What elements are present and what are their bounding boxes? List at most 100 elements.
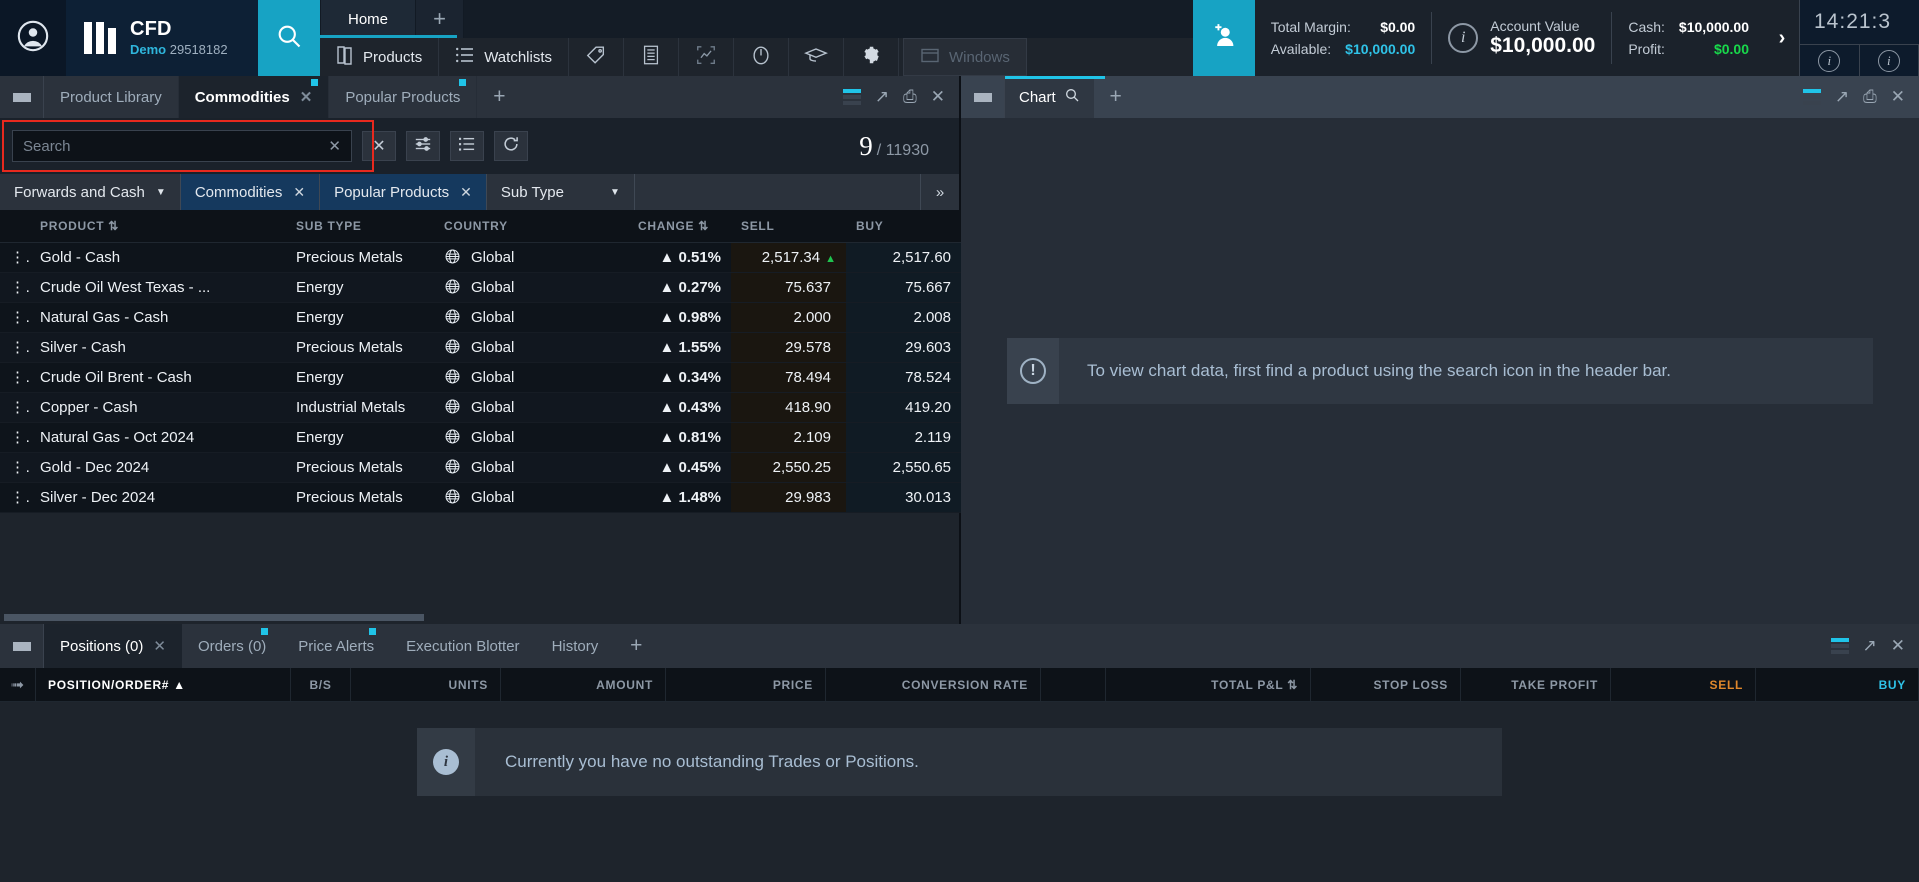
th-amount[interactable]: AMOUNT — [501, 668, 666, 701]
nav-news-button[interactable] — [624, 38, 679, 76]
th-position-order[interactable]: POSITION/ORDER# ▲ — [36, 668, 291, 701]
close-icon[interactable]: ✕ — [300, 88, 313, 106]
add-chart-tab-button[interactable]: + — [1094, 76, 1138, 118]
th-buy[interactable]: BUY — [1756, 668, 1919, 701]
panel-stack-icon[interactable] — [1830, 638, 1849, 654]
cell-sell-price[interactable]: 75.637 — [731, 272, 846, 303]
clock-info-button-1[interactable]: i — [1800, 45, 1860, 76]
nav-settings-button[interactable] — [844, 38, 899, 76]
filter-sliders-button[interactable] — [406, 131, 440, 161]
tab-product-library[interactable]: Product Library — [44, 76, 179, 118]
list-view-button[interactable] — [450, 131, 484, 161]
expand-all-rows-button[interactable]: ➟ — [0, 668, 36, 701]
row-drag-handle[interactable]: ⋮ — [0, 422, 30, 453]
row-drag-handle[interactable]: ⋮ — [0, 302, 30, 333]
expand-account-panel-button[interactable]: › — [1765, 0, 1799, 76]
cell-sell-price[interactable]: 2,517.34 ▲ — [731, 242, 846, 273]
info-icon[interactable]: i — [1448, 23, 1479, 53]
th-stop-loss[interactable]: STOP LOSS — [1311, 668, 1461, 701]
table-row[interactable]: ⋮ Natural Gas - Oct 2024 Energy Global ▲ 0.8… — [0, 422, 961, 453]
cell-sell-price[interactable]: 78.494 — [731, 362, 846, 393]
cell-buy-price[interactable]: 29.603 — [846, 332, 961, 363]
products-panel-menu-button[interactable] — [0, 76, 44, 118]
cell-buy-price[interactable]: 2.119 — [846, 422, 961, 453]
cell-sell-price[interactable]: 29.983 — [731, 482, 846, 513]
add-account-button[interactable] — [1192, 0, 1255, 76]
close-icon[interactable]: ✕ — [1891, 636, 1905, 656]
row-drag-handle[interactable]: ⋮ — [0, 332, 30, 363]
remove-filter-icon[interactable]: ✕ — [460, 184, 472, 201]
cell-buy-price[interactable]: 78.524 — [846, 362, 961, 393]
popout-icon[interactable]: ⎙ — [1863, 87, 1877, 107]
table-row[interactable]: ⋮ Crude Oil Brent - Cash Energy Global ▲ 0.3… — [0, 362, 961, 393]
nav-chart-button[interactable] — [679, 38, 734, 76]
cell-buy-price[interactable]: 2,550.65 — [846, 452, 961, 483]
table-row[interactable]: ⋮ Copper - Cash Industrial Metals Global ▲ 0… — [0, 392, 961, 423]
tab-history[interactable]: History — [536, 624, 615, 668]
positions-panel-menu-button[interactable] — [0, 624, 44, 668]
search-input-wrapper[interactable]: ✕ — [12, 130, 352, 162]
th-buy[interactable]: BUY — [846, 210, 961, 243]
refresh-button[interactable] — [494, 131, 528, 161]
cell-buy-price[interactable]: 30.013 — [846, 482, 961, 513]
tab-execution-blotter[interactable]: Execution Blotter — [390, 624, 535, 668]
th-product[interactable]: PRODUCT ⇅ — [30, 210, 286, 243]
table-row[interactable]: ⋮ Silver - Dec 2024 Precious Metals Global ▲… — [0, 482, 961, 513]
scroll-thumb[interactable] — [4, 613, 424, 621]
panel-stack-icon[interactable] — [842, 89, 861, 105]
th-change[interactable]: CHANGE ⇅ — [579, 210, 731, 243]
filter-sub-type[interactable]: Sub Type ▼ — [487, 174, 635, 210]
th-sub-type[interactable]: SUB TYPE — [286, 210, 434, 243]
th-total-pl[interactable]: TOTAL P&L ⇅ — [1106, 668, 1311, 701]
cell-sell-price[interactable]: 2.000 — [731, 302, 846, 333]
add-workspace-tab-button[interactable]: + — [416, 0, 464, 38]
maximize-icon[interactable]: ↗ — [1835, 87, 1849, 107]
clear-input-icon[interactable]: ✕ — [328, 137, 341, 155]
maximize-icon[interactable]: ↗ — [1863, 636, 1877, 656]
row-drag-handle[interactable]: ⋮ — [0, 482, 30, 513]
clear-search-button[interactable]: ✕ — [362, 131, 396, 161]
table-row[interactable]: ⋮ Natural Gas - Cash Energy Global ▲ 0.98% 2.… — [0, 302, 961, 333]
row-drag-handle[interactable]: ⋮ — [0, 392, 30, 423]
user-avatar-button[interactable] — [0, 0, 66, 76]
chart-panel-menu-button[interactable] — [961, 76, 1005, 118]
close-icon[interactable]: ✕ — [931, 87, 945, 107]
th-units[interactable]: UNITS — [351, 668, 501, 701]
maximize-icon[interactable]: ↗ — [875, 87, 889, 107]
add-products-tab-button[interactable]: + — [477, 76, 521, 118]
row-drag-handle[interactable]: ⋮ — [0, 452, 30, 483]
clock-info-button-2[interactable]: i — [1860, 45, 1919, 76]
table-row[interactable]: ⋮ Silver - Cash Precious Metals Global ▲ 1.5… — [0, 332, 961, 363]
table-row[interactable]: ⋮ Gold - Cash Precious Metals Global ▲ 0.51%… — [0, 242, 961, 273]
cell-buy-price[interactable]: 75.667 — [846, 272, 961, 303]
tab-home[interactable]: Home — [320, 0, 416, 38]
th-bs[interactable]: B/S — [291, 668, 351, 701]
products-hscrollbar[interactable] — [0, 610, 959, 624]
th-sell[interactable]: SELL — [731, 210, 846, 243]
nav-watchlists-button[interactable]: Watchlists — [439, 38, 569, 76]
close-icon[interactable]: ✕ — [153, 637, 166, 655]
row-drag-handle[interactable]: ⋮ — [0, 362, 30, 393]
cell-sell-price[interactable]: 2,550.25 — [731, 452, 846, 483]
popout-icon[interactable]: ⎙ — [903, 87, 917, 107]
filter-commodities[interactable]: Commodities ✕ — [180, 174, 321, 210]
cell-buy-price[interactable]: 2,517.60 — [846, 242, 961, 273]
tab-orders[interactable]: Orders (0) — [182, 624, 282, 668]
more-filters-button[interactable]: » — [921, 174, 959, 210]
th-price[interactable]: PRICE — [666, 668, 826, 701]
filter-forwards-and-cash[interactable]: Forwards and Cash ▼ — [0, 174, 181, 210]
cell-sell-price[interactable]: 418.90 — [731, 392, 846, 423]
tab-chart[interactable]: Chart — [1005, 76, 1094, 118]
row-drag-handle[interactable]: ⋮ — [0, 242, 30, 273]
cell-buy-price[interactable]: 2.008 — [846, 302, 961, 333]
add-positions-tab-button[interactable]: + — [614, 624, 658, 668]
th-sell[interactable]: SELL — [1611, 668, 1756, 701]
tab-price-alerts[interactable]: Price Alerts — [282, 624, 390, 668]
th-country[interactable]: COUNTRY — [434, 210, 579, 243]
close-icon[interactable]: ✕ — [1891, 87, 1905, 107]
remove-filter-icon[interactable]: ✕ — [293, 184, 305, 201]
cell-sell-price[interactable]: 29.578 — [731, 332, 846, 363]
search-icon[interactable] — [1064, 87, 1080, 107]
cell-sell-price[interactable]: 2.109 — [731, 422, 846, 453]
nav-gauge-button[interactable] — [734, 38, 789, 76]
